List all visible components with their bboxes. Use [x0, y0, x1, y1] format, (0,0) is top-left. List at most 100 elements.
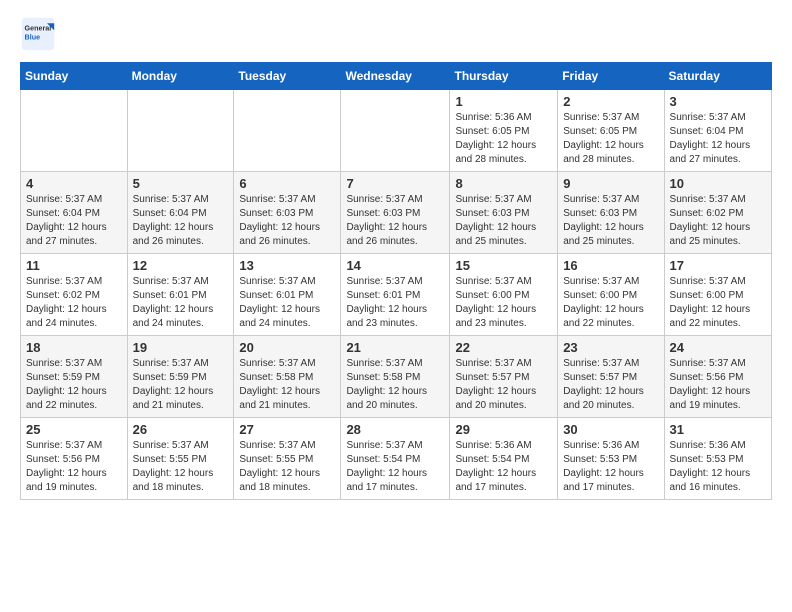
calendar-cell: 18Sunrise: 5:37 AM Sunset: 5:59 PM Dayli… — [21, 336, 128, 418]
day-info: Sunrise: 5:37 AM Sunset: 5:56 PM Dayligh… — [26, 439, 122, 495]
week-row-5: 25 Sunrise: 5:37 AM Sunset: 5:56 PM Dayli… — [21, 418, 772, 500]
calendar-cell: 10 Sunrise: 5:37 AM Sunset: 6:02 PM Dayli… — [664, 172, 771, 254]
col-header-sunday: Sunday — [21, 63, 128, 90]
calendar-cell: 6 Sunrise: 5:37 AM Sunset: 6:03 PM Daylig… — [234, 172, 341, 254]
day-info: Sunrise: 5:37 AM Sunset: 5:56 PM Dayligh… — [670, 357, 766, 413]
day-number: 29 — [455, 422, 552, 437]
day-info: Sunrise: 5:37 AM Sunset: 6:00 PM Dayligh… — [563, 275, 658, 331]
calendar-table: SundayMondayTuesdayWednesdayThursdayFrid… — [20, 62, 772, 500]
calendar-cell: 29 Sunrise: 5:36 AM Sunset: 5:54 PM Dayli… — [450, 418, 558, 500]
calendar-cell: 24 Sunrise: 5:37 AM Sunset: 5:56 PM Dayli… — [664, 336, 771, 418]
calendar-cell: 3 Sunrise: 5:37 AM Sunset: 6:04 PM Daylig… — [664, 90, 771, 172]
day-number: 7 — [346, 176, 444, 191]
day-number: 3 — [670, 94, 766, 109]
week-row-2: 4 Sunrise: 5:37 AM Sunset: 6:04 PM Daylig… — [21, 172, 772, 254]
col-header-tuesday: Tuesday — [234, 63, 341, 90]
day-number: 31 — [670, 422, 766, 437]
day-number: 22 — [455, 340, 552, 355]
calendar-cell: 14 Sunrise: 5:37 AM Sunset: 6:01 PM Dayli… — [341, 254, 450, 336]
day-info: Sunrise: 5:37 AM Sunset: 5:55 PM Dayligh… — [133, 439, 229, 495]
header: General Blue — [20, 16, 772, 52]
calendar-cell: 2 Sunrise: 5:37 AM Sunset: 6:05 PM Daylig… — [558, 90, 664, 172]
day-info: Sunrise: 5:36 AM Sunset: 5:53 PM Dayligh… — [670, 439, 766, 495]
day-number: 20 — [239, 340, 335, 355]
calendar-cell: 26 Sunrise: 5:37 AM Sunset: 5:55 PM Dayli… — [127, 418, 234, 500]
calendar-cell: 15 Sunrise: 5:37 AM Sunset: 6:00 PM Dayli… — [450, 254, 558, 336]
calendar-cell: 19 Sunrise: 5:37 AM Sunset: 5:59 PM Dayli… — [127, 336, 234, 418]
day-number: 14 — [346, 258, 444, 273]
calendar-cell: 13Sunrise: 5:37 AM Sunset: 6:01 PM Dayli… — [234, 254, 341, 336]
col-header-wednesday: Wednesday — [341, 63, 450, 90]
day-info: Sunrise: 5:37 AM Sunset: 6:01 PM Dayligh… — [133, 275, 229, 331]
col-header-friday: Friday — [558, 63, 664, 90]
col-header-thursday: Thursday — [450, 63, 558, 90]
day-info: Sunrise: 5:37 AM Sunset: 6:04 PM Dayligh… — [133, 193, 229, 249]
day-number: 4 — [26, 176, 122, 191]
day-number: 24 — [670, 340, 766, 355]
day-number: 2 — [563, 94, 658, 109]
day-info: Sunrise: 5:37 AM Sunset: 5:55 PM Dayligh… — [239, 439, 335, 495]
day-number: 9 — [563, 176, 658, 191]
logo: General Blue — [20, 16, 56, 52]
day-info: Sunrise: 5:37 AM Sunset: 6:04 PM Dayligh… — [670, 111, 766, 167]
day-number: 21 — [346, 340, 444, 355]
calendar-cell — [127, 90, 234, 172]
day-number: 16 — [563, 258, 658, 273]
day-number: 11 — [26, 258, 122, 273]
calendar-cell: 25 Sunrise: 5:37 AM Sunset: 5:56 PM Dayli… — [21, 418, 128, 500]
day-number: 28 — [346, 422, 444, 437]
day-number: 5 — [133, 176, 229, 191]
calendar-cell — [21, 90, 128, 172]
calendar-cell: 16 Sunrise: 5:37 AM Sunset: 6:00 PM Dayli… — [558, 254, 664, 336]
day-number: 8 — [455, 176, 552, 191]
calendar-cell: 20 Sunrise: 5:37 AM Sunset: 5:58 PM Dayli… — [234, 336, 341, 418]
day-info: Sunrise: 5:37 AM Sunset: 6:02 PM Dayligh… — [670, 193, 766, 249]
day-info: Sunrise: 5:37 AM Sunset: 5:58 PM Dayligh… — [239, 357, 335, 413]
week-row-1: 1 Sunrise: 5:36 AM Sunset: 6:05 PM Daylig… — [21, 90, 772, 172]
day-number: 25 — [26, 422, 122, 437]
day-info: Sunrise: 5:37 AM Sunset: 6:03 PM Dayligh… — [346, 193, 444, 249]
calendar-cell: 5 Sunrise: 5:37 AM Sunset: 6:04 PM Daylig… — [127, 172, 234, 254]
calendar-cell: 21 Sunrise: 5:37 AM Sunset: 5:58 PM Dayli… — [341, 336, 450, 418]
calendar-cell: 9Sunrise: 5:37 AM Sunset: 6:03 PM Daylig… — [558, 172, 664, 254]
calendar-cell: 31 Sunrise: 5:36 AM Sunset: 5:53 PM Dayli… — [664, 418, 771, 500]
calendar-cell: 1 Sunrise: 5:36 AM Sunset: 6:05 PM Daylig… — [450, 90, 558, 172]
svg-text:Blue: Blue — [25, 32, 41, 41]
day-number: 19 — [133, 340, 229, 355]
day-info: Sunrise: 5:37 AM Sunset: 5:59 PM Dayligh… — [133, 357, 229, 413]
calendar-cell: 17Sunrise: 5:37 AM Sunset: 6:00 PM Dayli… — [664, 254, 771, 336]
day-info: Sunrise: 5:37 AM Sunset: 6:02 PM Dayligh… — [26, 275, 122, 331]
day-number: 15 — [455, 258, 552, 273]
day-info: Sunrise: 5:36 AM Sunset: 6:05 PM Dayligh… — [455, 111, 552, 167]
calendar-cell: 7 Sunrise: 5:37 AM Sunset: 6:03 PM Daylig… — [341, 172, 450, 254]
week-row-4: 18 Sunrise: 5:37 AM Sunset: 5:59 PM Dayli… — [21, 336, 772, 418]
day-number: 6 — [239, 176, 335, 191]
day-info: Sunrise: 5:37 AM Sunset: 6:00 PM Dayligh… — [455, 275, 552, 331]
day-info: Sunrise: 5:37 AM Sunset: 5:57 PM Dayligh… — [455, 357, 552, 413]
day-info: Sunrise: 5:36 AM Sunset: 5:53 PM Dayligh… — [563, 439, 658, 495]
day-info: Sunrise: 5:36 AM Sunset: 5:54 PM Dayligh… — [455, 439, 552, 495]
day-info: Sunrise: 5:37 AM Sunset: 6:03 PM Dayligh… — [239, 193, 335, 249]
calendar-cell: 23Sunrise: 5:37 AM Sunset: 5:57 PM Dayli… — [558, 336, 664, 418]
day-info: Sunrise: 5:37 AM Sunset: 6:00 PM Dayligh… — [670, 275, 766, 331]
day-number: 26 — [133, 422, 229, 437]
calendar-cell: 30 Sunrise: 5:36 AM Sunset: 5:53 PM Dayli… — [558, 418, 664, 500]
calendar-cell: 4 Sunrise: 5:37 AM Sunset: 6:04 PM Daylig… — [21, 172, 128, 254]
day-info: Sunrise: 5:37 AM Sunset: 6:04 PM Dayligh… — [26, 193, 122, 249]
calendar-header-row: SundayMondayTuesdayWednesdayThursdayFrid… — [21, 63, 772, 90]
day-number: 18 — [26, 340, 122, 355]
col-header-monday: Monday — [127, 63, 234, 90]
calendar-cell — [234, 90, 341, 172]
day-number: 10 — [670, 176, 766, 191]
day-info: Sunrise: 5:37 AM Sunset: 5:58 PM Dayligh… — [346, 357, 444, 413]
calendar-cell: 12 Sunrise: 5:37 AM Sunset: 6:01 PM Dayli… — [127, 254, 234, 336]
day-number: 13 — [239, 258, 335, 273]
day-number: 1 — [455, 94, 552, 109]
day-number: 30 — [563, 422, 658, 437]
calendar-cell: 8Sunrise: 5:37 AM Sunset: 6:03 PM Daylig… — [450, 172, 558, 254]
col-header-saturday: Saturday — [664, 63, 771, 90]
day-info: Sunrise: 5:37 AM Sunset: 6:01 PM Dayligh… — [346, 275, 444, 331]
day-info: Sunrise: 5:37 AM Sunset: 6:05 PM Dayligh… — [563, 111, 658, 167]
logo-icon: General Blue — [20, 16, 56, 52]
day-number: 12 — [133, 258, 229, 273]
